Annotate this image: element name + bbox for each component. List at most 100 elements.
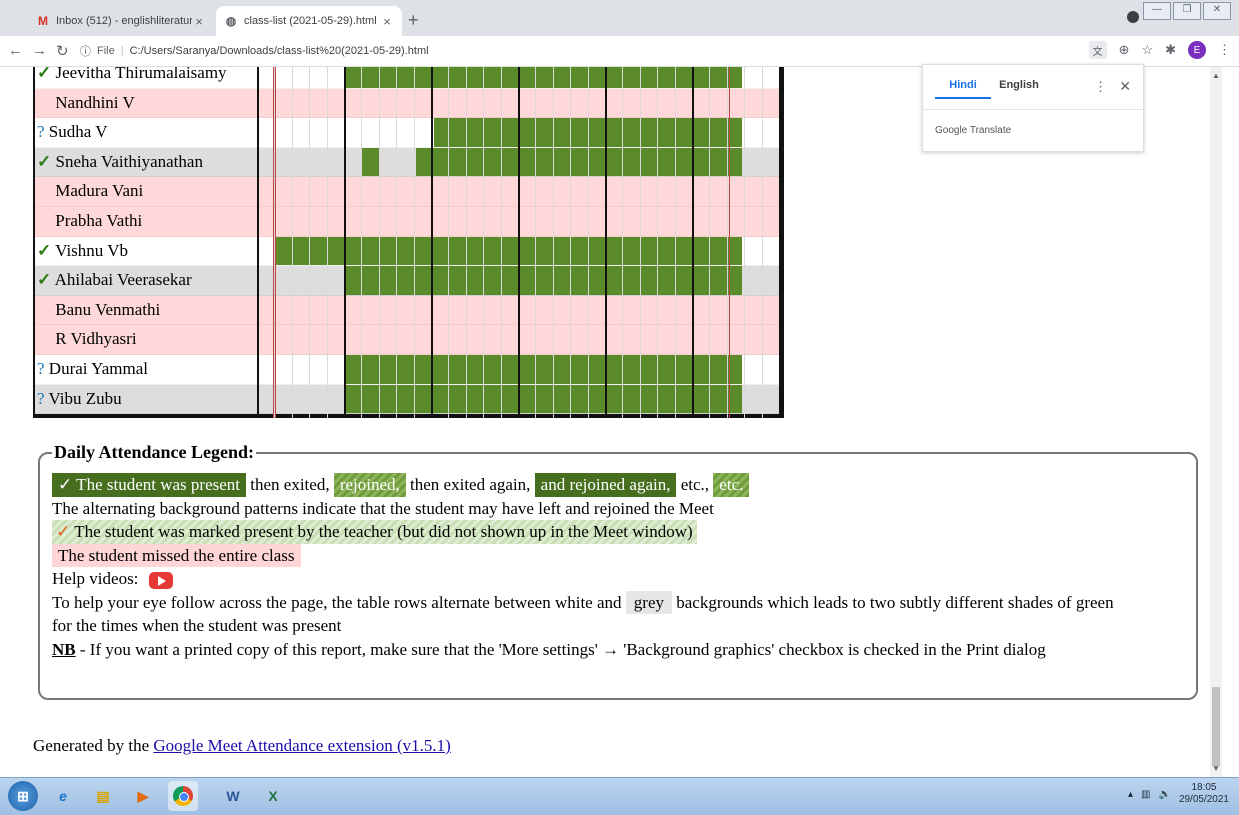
reload-icon[interactable]: ↻ [56,42,69,60]
time-gridline [483,67,484,418]
present-segment [345,384,743,414]
tab-gmail-inbox[interactable]: M Inbox (512) - englishliteraturesf@ × [28,6,214,36]
legend-text: - If you want a printed copy of this rep… [79,639,1046,659]
time-gridline [327,67,328,418]
legend-text: then exited, [250,475,330,494]
attendance-row: ? Vibu Zubu [35,384,781,415]
extension-link[interactable]: Google Meet Attendance extension (v1.5.1… [153,736,450,755]
time-gridline [727,67,728,418]
student-name-cell: ✓ Vishnu Vb [35,237,257,266]
gmail-icon: M [38,14,48,28]
scroll-thumb[interactable] [1212,687,1220,767]
teacher-marked-swatch: ✓ The student was marked present by the … [52,520,697,544]
present-segment [345,266,743,295]
maximize-button[interactable]: ❐ [1173,2,1201,20]
student-name-cell: ? Durai Yammal [35,355,257,384]
legend-line-nb: NB - If you want a printed copy of this … [52,638,1184,662]
time-gridline [361,67,362,418]
student-name: Jeevitha Thirumalaisamy [55,67,227,82]
translate-tab-english[interactable]: English [991,79,1047,99]
close-tab-icon[interactable]: × [380,14,394,29]
translate-tab-hindi[interactable]: Hindi [935,79,991,99]
network-icon[interactable]: ▥ [1141,789,1150,800]
window-controls: — ❐ ✕ [1143,2,1231,20]
internet-explorer-icon[interactable]: e [48,781,78,811]
tab-class-list[interactable]: ◍ class-list (2021-05-29).html × [216,6,402,36]
forward-icon[interactable]: → [32,42,47,59]
student-name: Madura Vani [55,181,144,201]
minimize-button[interactable]: — [1143,2,1171,20]
attendance-row: Banu Venmathi [35,295,781,326]
attendance-row: R Vidhyasri [35,325,781,355]
student-name-cell: Nandhini V [35,89,257,118]
close-tab-icon[interactable]: × [192,14,206,29]
student-name: Durai Yammal [48,358,148,378]
attendance-legend: Daily Attendance Legend: ✓ The student w… [38,442,1198,700]
menu-kebab-icon[interactable]: ⋮ [1218,42,1231,58]
info-icon[interactable]: ⓘ [80,43,91,59]
media-player-icon[interactable]: ▶ [128,781,158,811]
time-gridline [657,67,658,418]
volume-icon[interactable]: 🔈 [1158,789,1170,800]
student-name: Ahilabai Veerasekar [54,270,192,290]
legend-text: then exited again, [410,475,531,494]
system-tray: ▴ ▥ 🔈 18:05 29/05/2021 [1128,782,1229,806]
page-content: ✓ Jeevitha Thirumalaisamy Nandhini V? Su… [0,67,1210,777]
back-icon[interactable]: ← [8,42,23,59]
time-gridline [588,67,589,418]
vertical-scrollbar[interactable]: ▲ ▼ [1210,67,1222,777]
google-translate-brand: Google Translate [935,125,1012,136]
file-explorer-icon[interactable]: ▤ [88,781,118,811]
word-icon[interactable]: W [218,781,248,811]
divider [923,109,1143,110]
more-options-icon[interactable]: ⋮ [1094,79,1107,95]
excel-icon[interactable]: X [258,781,288,811]
footer: Generated by the Google Meet Attendance … [33,736,451,756]
time-gridline [518,67,520,418]
clock[interactable]: 18:05 29/05/2021 [1179,782,1229,806]
start-button[interactable]: ⊞ [8,781,38,811]
time-gridline [448,67,449,418]
student-name-cell: R Vidhyasri [35,325,257,354]
question-icon: ? [37,388,45,408]
translate-icon[interactable]: 文 [1088,41,1107,59]
scroll-down-icon[interactable]: ▼ [1212,764,1220,773]
close-window-button[interactable]: ✕ [1203,2,1231,20]
close-icon[interactable]: ✕ [1119,78,1131,95]
class-boundary-line [729,67,730,418]
zoom-icon[interactable]: ⊕ [1119,42,1130,58]
help-label: Help videos: [52,569,139,588]
legend-line-green: for the times when the student was prese… [52,616,342,635]
new-tab-button[interactable]: + [408,10,419,31]
scroll-up-icon[interactable]: ▲ [1212,71,1220,80]
extensions-icon[interactable]: ✱ [1165,42,1176,58]
class-boundary-line [273,67,274,418]
legend-line-missed: The student missed the entire class [52,543,1184,567]
time-gridline [622,67,623,418]
legend-title: Daily Attendance Legend: [54,442,254,462]
url-text: C:/Users/Saranya/Downloads/class-list%20… [129,45,429,57]
question-icon: ? [37,358,45,378]
time-gridline [396,67,397,418]
grey-swatch: grey [625,590,672,614]
student-name: Banu Venmathi [55,299,161,319]
time-gridline [553,67,554,418]
chrome-taskbar-icon[interactable] [168,781,198,811]
time-gridline [570,67,571,418]
time-gridline [709,67,710,418]
record-indicator-icon [1127,11,1139,23]
globe-icon: ◍ [225,14,237,28]
tab-title: class-list (2021-05-29).html [244,15,377,27]
orange-check-icon: ✓ [56,522,71,541]
nb-label: NB [52,639,76,659]
tray-expand-icon[interactable]: ▴ [1128,789,1133,800]
legend-line-patterns: The alternating background patterns indi… [52,498,714,518]
youtube-play-icon[interactable] [148,571,173,589]
profile-avatar[interactable]: E [1188,41,1206,59]
time-gridline [257,67,259,418]
student-name-cell: Madura Vani [35,177,257,206]
attendance-row: ✓ Sneha Vaithiyanathan [35,147,781,178]
time-gridline [309,67,310,418]
bookmark-star-icon[interactable]: ☆ [1141,42,1153,58]
address-bar[interactable]: ⓘ File | C:/Users/Saranya/Downloads/clas… [80,40,429,62]
